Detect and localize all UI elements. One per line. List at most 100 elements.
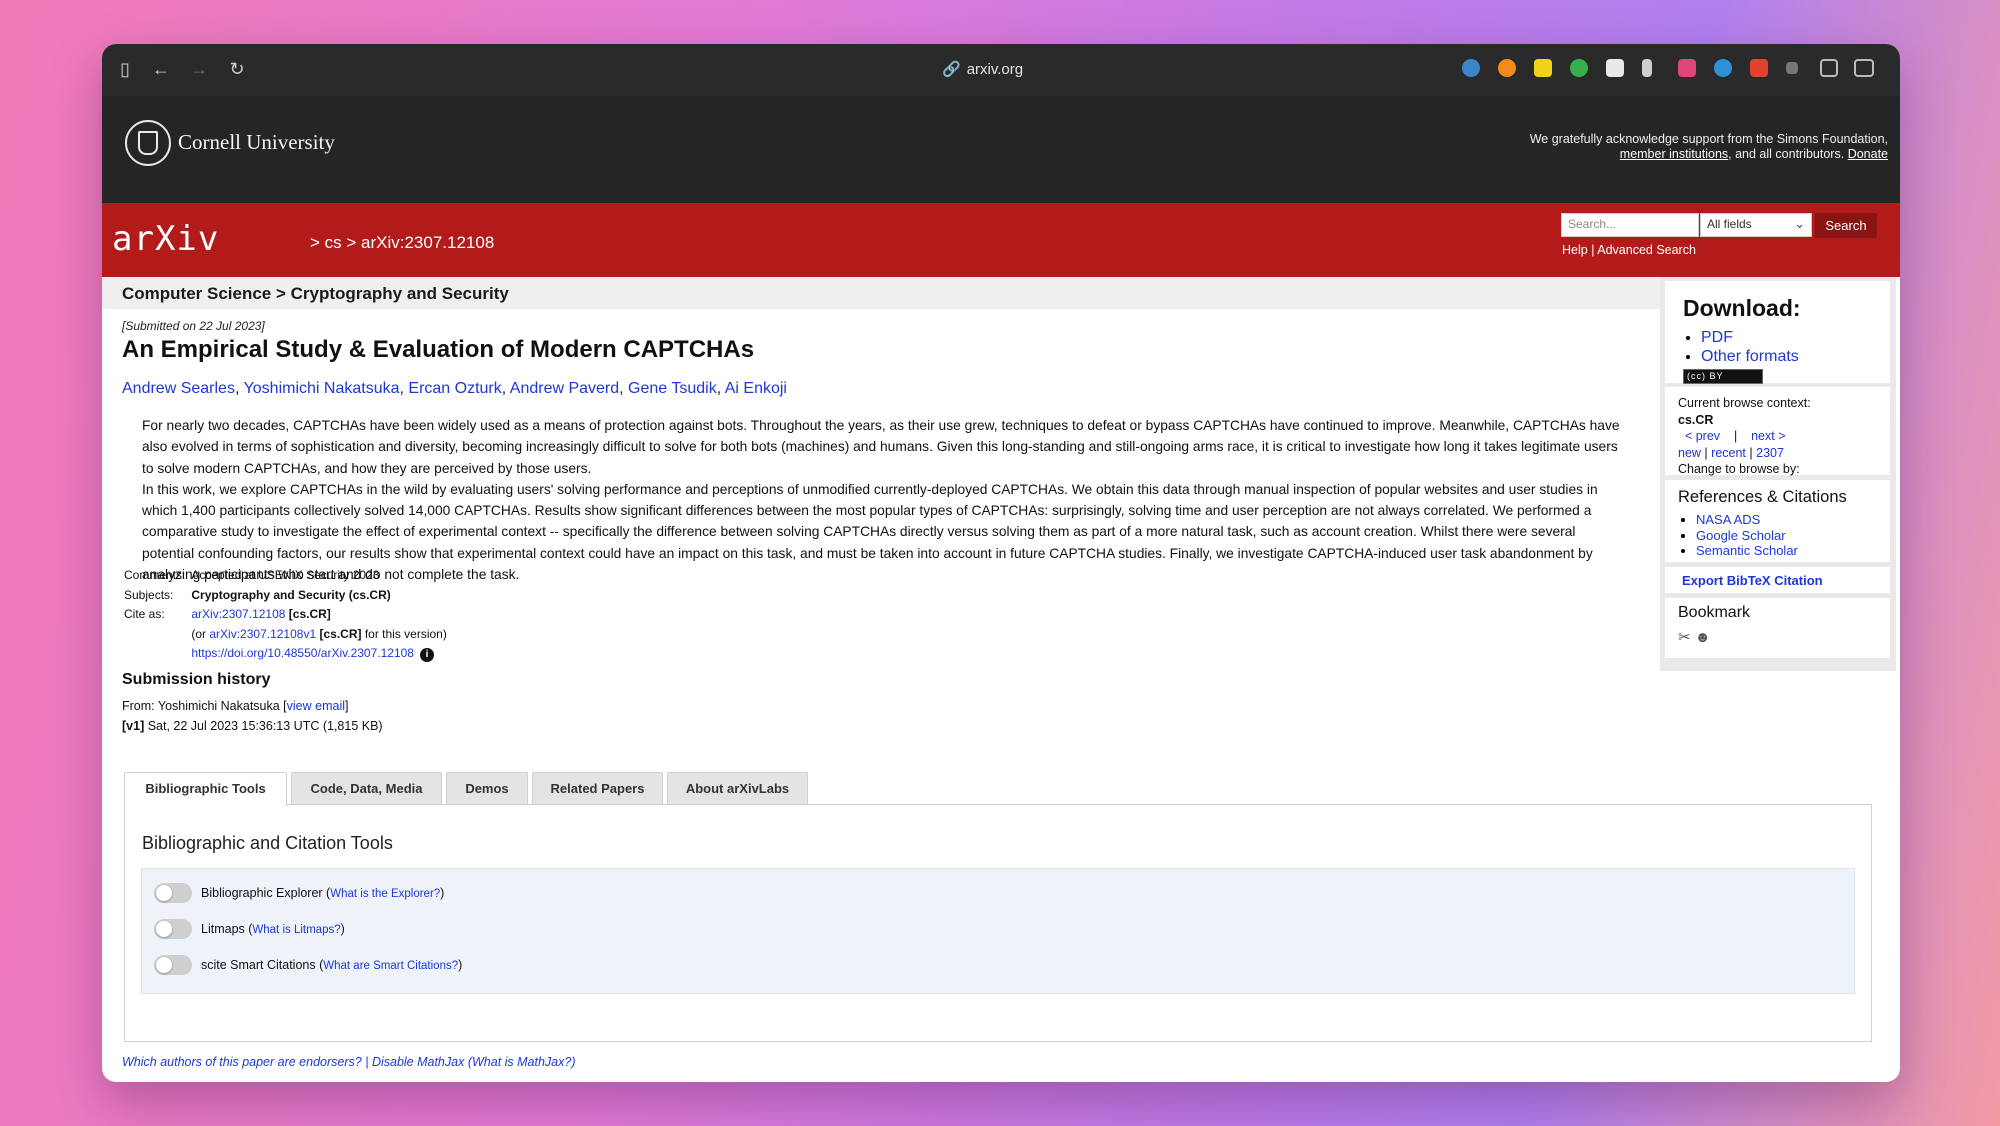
google-scholar-link[interactable]: Google Scholar xyxy=(1696,528,1786,543)
help-link[interactable]: Help xyxy=(1562,243,1588,257)
cite-category: [cs.CR] xyxy=(319,626,362,641)
back-icon[interactable]: ← xyxy=(150,58,172,80)
year-link[interactable]: 2307 xyxy=(1756,446,1784,460)
author-link[interactable]: Andrew Searles xyxy=(122,380,235,397)
doi-link[interactable]: https://doi.org/10.48550/arXiv.2307.1210… xyxy=(191,646,414,660)
other-formats-link[interactable]: Other formats xyxy=(1701,348,1799,365)
meta-label: Cite as: xyxy=(124,607,165,622)
cite-version-link[interactable]: arXiv:2307.12108v1 xyxy=(209,627,316,641)
semantic-scholar-link[interactable]: Semantic Scholar xyxy=(1696,543,1798,558)
tool-end: ) xyxy=(458,958,463,972)
author-link[interactable]: Ercan Ozturk xyxy=(408,380,501,397)
tool-label: Bibliographic Explorer ( xyxy=(201,886,331,900)
scite-toggle[interactable] xyxy=(154,955,192,975)
notion-icon[interactable] xyxy=(1606,59,1624,77)
category-header: Computer Science > Cryptography and Secu… xyxy=(102,277,1660,309)
ack-mid: , and all contributors. xyxy=(1728,147,1845,161)
cite-link[interactable]: arXiv:2307.12108 xyxy=(191,607,285,621)
chevron-down-icon: ⌄ xyxy=(1794,216,1805,231)
extension-icon[interactable] xyxy=(1534,59,1552,77)
forward-icon[interactable]: → xyxy=(188,58,210,80)
view-email-link[interactable]: view email xyxy=(287,699,345,713)
author-link[interactable]: Andrew Paverd xyxy=(510,380,619,397)
extension-icon[interactable] xyxy=(1642,59,1652,77)
recent-link[interactable]: recent xyxy=(1711,446,1746,460)
version-label[interactable]: [v1] xyxy=(122,719,144,733)
extension-icon[interactable] xyxy=(1678,59,1696,77)
history-from: From: Yoshimichi Nakatsuka [ xyxy=(122,699,287,713)
tool-end: ) xyxy=(340,922,345,936)
submission-history-title: Submission history xyxy=(122,671,271,688)
link-icon: 🔗 xyxy=(942,61,961,78)
prev-link[interactable]: < prev xyxy=(1685,429,1720,443)
author-link[interactable]: Ai Enkoji xyxy=(725,380,787,397)
explorer-toggle[interactable] xyxy=(154,883,192,903)
acknowledgement: We gratefully acknowledge support from t… xyxy=(1530,132,1888,162)
search-input[interactable]: Search... xyxy=(1561,213,1699,237)
download-list: PDF Other formats xyxy=(1685,328,1799,366)
extension-icon[interactable] xyxy=(1750,59,1768,77)
litmaps-toggle[interactable] xyxy=(154,919,192,939)
references-list: NASA ADS Google Scholar Semantic Scholar xyxy=(1680,512,1798,559)
or-suffix: for this version) xyxy=(364,626,447,641)
context-value: cs.CR xyxy=(1678,412,1714,427)
author-link[interactable]: Gene Tsudik xyxy=(628,380,717,397)
author-link[interactable]: Yoshimichi Nakatsuka xyxy=(244,380,400,397)
download-box: Download: PDF Other formats (cc) BY xyxy=(1665,281,1890,384)
share-icon[interactable] xyxy=(1820,59,1838,77)
history-from-end: ] xyxy=(345,699,349,713)
reddit-icon[interactable]: ☻ xyxy=(1695,629,1711,646)
tools-title: Bibliographic and Citation Tools xyxy=(142,833,393,853)
advanced-search-link[interactable]: Advanced Search xyxy=(1597,243,1696,257)
reload-icon[interactable]: ↻ xyxy=(226,58,248,80)
tab-code-data-media[interactable]: Code, Data, Media xyxy=(291,772,442,804)
new-link[interactable]: new xyxy=(1678,446,1701,460)
extension-icon[interactable] xyxy=(1498,59,1516,77)
download-title: Download: xyxy=(1683,295,1801,321)
breadcrumb[interactable]: > cs > arXiv:2307.12108 xyxy=(310,233,494,253)
tool-help-link[interactable]: What is the Explorer? xyxy=(330,888,440,900)
info-icon[interactable]: i xyxy=(419,648,434,663)
submission-date: [Submitted on 22 Jul 2023] xyxy=(122,319,265,333)
pdf-link[interactable]: PDF xyxy=(1701,329,1733,346)
ack-line: We gratefully acknowledge support from t… xyxy=(1529,132,1888,146)
tab-bibliographic-tools[interactable]: Bibliographic Tools xyxy=(124,772,287,806)
tab-about-arxivlabs[interactable]: About arXivLabs xyxy=(667,772,808,804)
sidebar-toggle-icon[interactable]: ▯ xyxy=(114,58,136,80)
pipe: | xyxy=(1704,445,1708,460)
tab-demos[interactable]: Demos xyxy=(446,772,528,804)
arxiv-logo[interactable]: arXiv xyxy=(112,219,219,259)
search-button[interactable]: Search xyxy=(1815,213,1877,238)
url-text: arxiv.org xyxy=(966,61,1024,78)
extension-icon[interactable] xyxy=(1570,59,1588,77)
bibsonomy-icon[interactable]: ✂ xyxy=(1678,629,1691,646)
search-field-select[interactable]: All fields ⌄ xyxy=(1700,213,1812,237)
nasa-ads-link[interactable]: NASA ADS xyxy=(1696,512,1760,527)
footer-sep: | xyxy=(365,1055,369,1069)
tab-panel: Bibliographic and Citation Tools Bibliog… xyxy=(124,804,1872,1042)
bookmark-box: Bookmark ✂ ☻ xyxy=(1665,598,1890,658)
tab-related-papers[interactable]: Related Papers xyxy=(532,772,663,804)
help-links: Help | Advanced Search xyxy=(1562,243,1696,257)
cornell-seal-icon[interactable] xyxy=(125,120,171,166)
context-label: Current browse context: xyxy=(1678,396,1811,410)
tool-help-link[interactable]: What is Litmaps? xyxy=(252,924,340,936)
export-bibtex-link[interactable]: Export BibTeX Citation xyxy=(1682,573,1823,588)
help-sep: | xyxy=(1591,243,1595,257)
address-bar[interactable]: 🔗 arxiv.org xyxy=(942,60,1023,78)
what-is-mathjax-link[interactable]: (What is MathJax?) xyxy=(468,1055,576,1069)
tabs-icon[interactable] xyxy=(1854,59,1874,77)
next-link[interactable]: next > xyxy=(1751,429,1785,443)
arxiv-header: arXiv > cs > arXiv:2307.12108 Search... … xyxy=(102,203,1900,277)
endorsers-link[interactable]: Which authors of this paper are endorser… xyxy=(122,1055,362,1069)
disable-mathjax-link[interactable]: Disable MathJax xyxy=(372,1055,464,1069)
donate-link[interactable]: Donate xyxy=(1848,147,1888,161)
member-institutions-link[interactable]: member institutions xyxy=(1620,147,1728,161)
extension-icon[interactable] xyxy=(1714,59,1732,77)
grid-icon[interactable] xyxy=(1786,62,1798,74)
tool-help-link[interactable]: What are Smart Citations? xyxy=(323,960,458,972)
extension-icon[interactable] xyxy=(1462,59,1480,77)
cc-by-license-badge[interactable]: (cc) BY xyxy=(1683,369,1763,384)
metadata-table: Comments: Accepted at USENIX Security 20… xyxy=(124,566,453,664)
cornell-name[interactable]: Cornell University xyxy=(178,130,335,155)
